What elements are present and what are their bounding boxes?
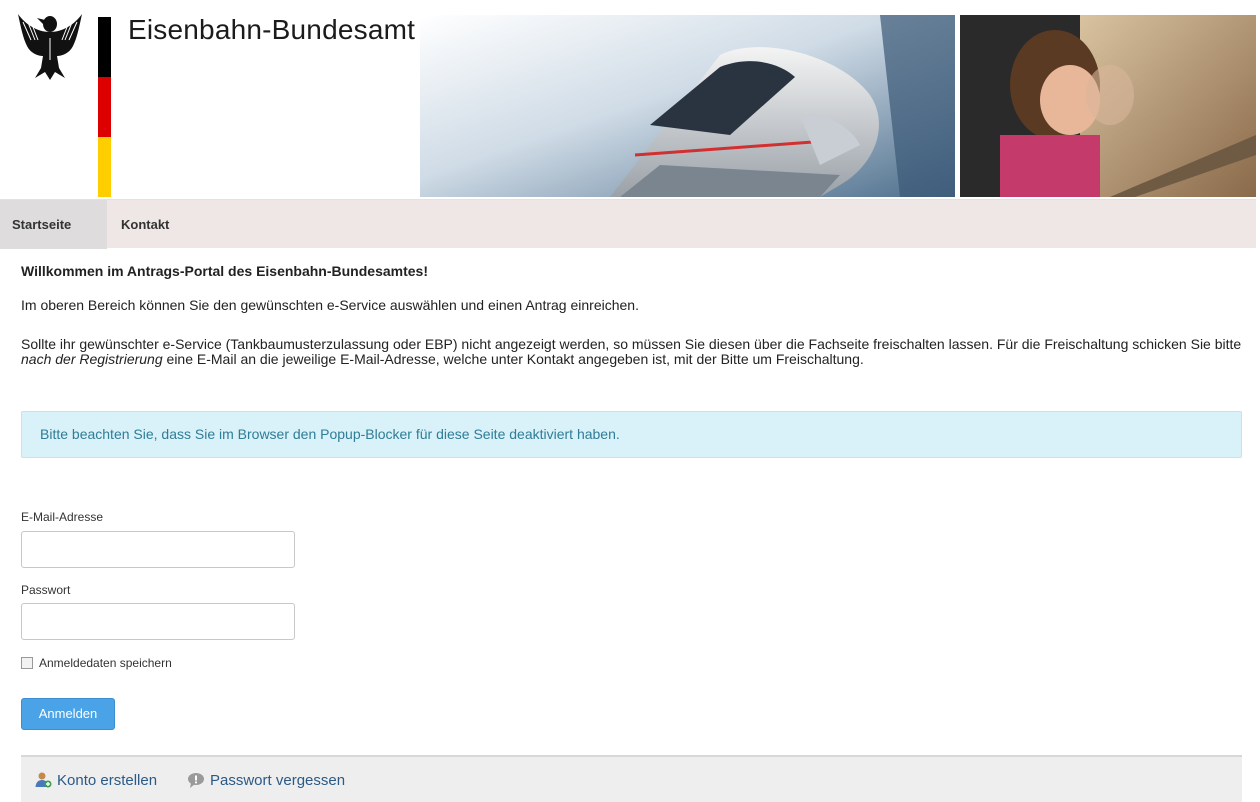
site-header: Eisenbahn-Bundesamt (0, 0, 1260, 199)
federal-eagle-logo (18, 14, 82, 80)
remember-login-label: Anmeldedaten speichern (39, 656, 172, 670)
site-title: Eisenbahn-Bundesamt (128, 14, 416, 45)
german-flag-stripe (98, 17, 111, 197)
welcome-heading: Willkommen im Antrags-Portal des Eisenba… (21, 263, 428, 279)
info-text: Sollte ihr gewünschter e-Service (Tankba… (21, 337, 1246, 367)
user-add-icon (35, 772, 52, 788)
email-input[interactable] (21, 531, 295, 568)
train-banner-image (420, 15, 955, 197)
forgot-password-link[interactable]: Passwort vergessen (187, 771, 345, 789)
email-label: E-Mail-Adresse (21, 510, 104, 524)
flag-red-stripe (98, 77, 111, 137)
flag-gold-stripe (98, 137, 111, 197)
login-button[interactable]: Anmelden (21, 698, 115, 730)
intro-text: Im oberen Bereich können Sie den gewünsc… (21, 297, 639, 313)
popup-blocker-alert: Bitte beachten Sie, dass Sie im Browser … (21, 411, 1242, 458)
create-account-link[interactable]: Konto erstellen (34, 771, 157, 789)
password-label: Passwort (21, 583, 71, 597)
info-text-part2: eine E-Mail an die jeweilige E-Mail-Adre… (162, 351, 864, 367)
girl-window-banner-image (960, 15, 1256, 197)
forgot-password-label: Passwort vergessen (210, 771, 346, 789)
nav-item-kontakt[interactable]: Kontakt (121, 200, 169, 249)
speech-bubble-icon (188, 773, 204, 788)
info-text-emphasis: nach der Registrierung (21, 351, 163, 367)
flag-black-stripe (98, 17, 111, 77)
main-navigation: Startseite Kontakt (0, 199, 1256, 249)
nav-item-startseite[interactable]: Startseite (0, 200, 107, 249)
account-footer: Konto erstellen Passwort vergessen (21, 755, 1242, 802)
create-account-label: Konto erstellen (57, 771, 158, 789)
remember-login-checkbox[interactable] (21, 657, 33, 669)
remember-login-row: Anmeldedaten speichern (21, 655, 172, 671)
password-input[interactable] (21, 603, 295, 640)
info-text-part1: Sollte ihr gewünschter e-Service (Tankba… (21, 336, 1242, 352)
